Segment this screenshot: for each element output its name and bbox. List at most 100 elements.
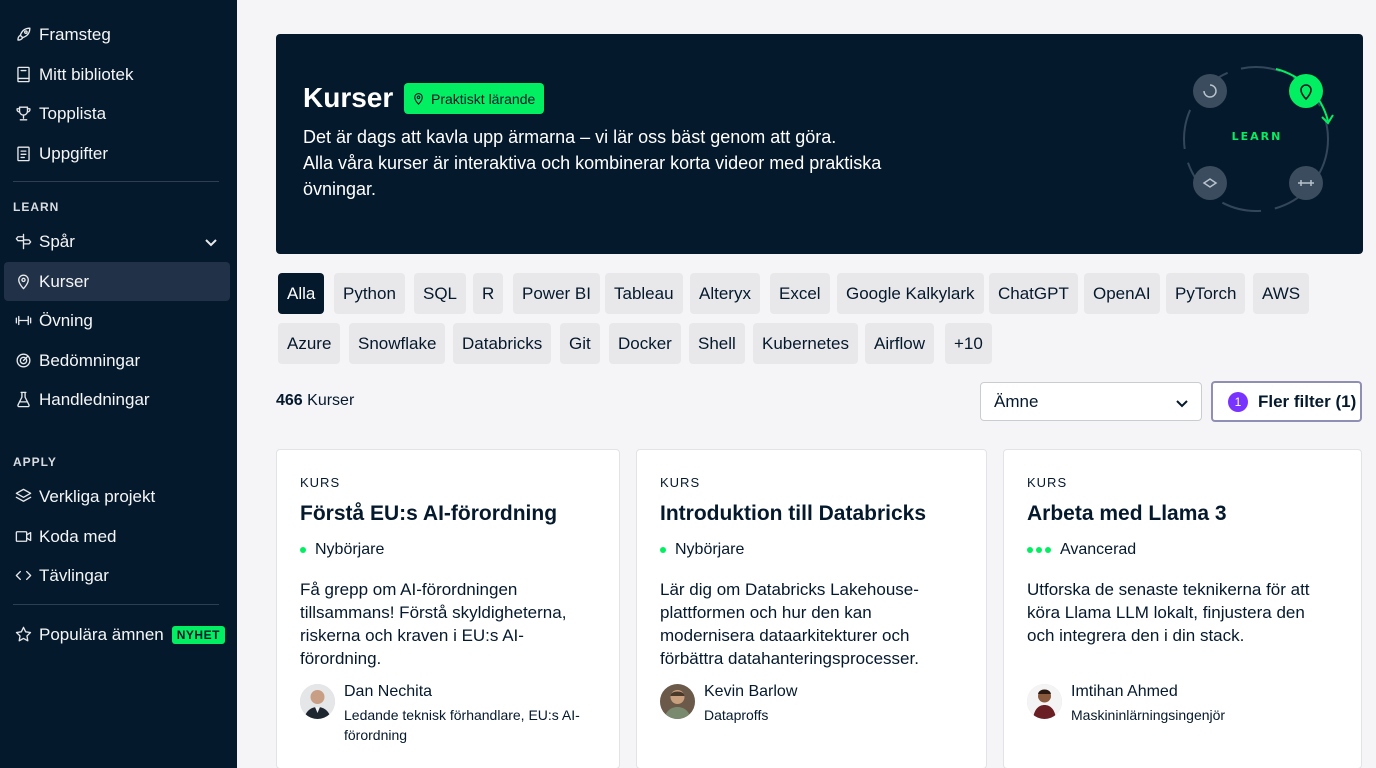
sidebar-item-bedomningar[interactable]: Bedömningar: [4, 341, 230, 380]
subject-select-value: Ämne: [994, 391, 1039, 411]
sidebar-item-handledningar[interactable]: Handledningar: [4, 380, 230, 419]
page-title: Kurser: [303, 82, 394, 113]
code-icon: [13, 566, 33, 586]
card-level-label: Nybörjare: [315, 541, 385, 558]
sidebar-item-label: Topplista: [39, 103, 107, 123]
chip-kubernetes[interactable]: Kubernetes: [753, 323, 858, 364]
chip-r[interactable]: R: [473, 273, 504, 314]
author-name: Kevin Barlow: [704, 683, 798, 700]
sidebar-item-label: Handledningar: [39, 389, 150, 409]
subject-select[interactable]: Ämne: [980, 382, 1202, 421]
chevron-down-icon[interactable]: [204, 234, 218, 248]
hero-line-1: Det är dags att kavla upp ärmarna – vi l…: [303, 127, 837, 147]
sidebar-divider: [13, 181, 219, 182]
learn-cycle-graphic: LEARN: [1183, 66, 1334, 212]
video-icon: [13, 527, 33, 547]
chevron-down-icon: [1176, 400, 1188, 408]
chip-more[interactable]: +10: [945, 323, 992, 364]
chip-snowflake[interactable]: Snowflake: [349, 323, 446, 364]
gauge-icon: [1193, 74, 1227, 108]
card-title[interactable]: Introduktion till Databricks: [660, 502, 926, 526]
author-role: Ledande teknisk förhandlare, EU:s AI-för…: [344, 707, 580, 743]
avatar: [1027, 684, 1062, 719]
author-name: Dan Nechita: [344, 683, 433, 700]
chip-git[interactable]: Git: [560, 323, 600, 364]
sidebar-item-label: Mitt bibliotek: [39, 64, 134, 84]
chip-aws[interactable]: AWS: [1253, 273, 1310, 314]
course-card[interactable]: KURS Arbeta med Llama 3 Avancerad Utfors…: [1003, 449, 1362, 768]
card-title[interactable]: Arbeta med Llama 3: [1027, 502, 1227, 526]
chip-openai[interactable]: OpenAI: [1084, 273, 1160, 314]
map-pin-icon: [1289, 74, 1323, 108]
sidebar-item-populara-amnen[interactable]: Populära ämnen NYHET: [4, 615, 230, 654]
sidebar-item-spar[interactable]: Spår: [4, 222, 230, 261]
card-description: Utforska de senaste teknikerna för att k…: [1027, 580, 1310, 645]
sidebar-item-kurser[interactable]: Kurser: [4, 262, 230, 301]
book-icon: [13, 65, 33, 85]
chip-shell[interactable]: Shell: [689, 323, 745, 364]
course-card[interactable]: KURS Introduktion till Databricks Nybörj…: [636, 449, 987, 768]
sidebar-item-label: Övning: [39, 310, 93, 330]
card-kind: KURS: [300, 475, 341, 490]
sidebar-item-framsteg[interactable]: Framsteg: [4, 15, 230, 54]
chip-chatgpt[interactable]: ChatGPT: [989, 273, 1078, 314]
more-filters-label: Fler filter (1): [1258, 391, 1357, 411]
learn-cycle-label: LEARN: [1232, 130, 1283, 143]
sidebar-item-label: Populära ämnen: [39, 624, 164, 644]
card-level: Nybörjare: [660, 541, 744, 559]
level-dots-icon: [660, 547, 669, 553]
course-count: 466 Kurser: [276, 392, 354, 410]
chip-airflow[interactable]: Airflow: [865, 323, 935, 364]
more-filters-button[interactable]: 1 Fler filter (1): [1211, 381, 1362, 422]
sidebar-item-label: Framsteg: [39, 24, 111, 44]
sidebar-item-uppgifter[interactable]: Uppgifter: [4, 134, 230, 173]
chip-databricks[interactable]: Databricks: [453, 323, 552, 364]
chip-azure[interactable]: Azure: [278, 323, 341, 364]
rocket-icon: [13, 25, 33, 45]
sidebar-item-label: Koda med: [39, 526, 117, 546]
card-description: Lär dig om Databricks Lakehouse-plattfor…: [660, 580, 919, 668]
chip-pytorch[interactable]: PyTorch: [1166, 273, 1246, 314]
level-dots-icon: [300, 547, 309, 553]
layers-icon: [1193, 166, 1227, 200]
sidebar-item-mitt-bibliotek[interactable]: Mitt bibliotek: [4, 55, 230, 94]
level-dots-icon: [1027, 547, 1054, 553]
chip-alteryx[interactable]: Alteryx: [690, 273, 760, 314]
card-kind: KURS: [1027, 475, 1068, 490]
chip-python[interactable]: Python: [334, 273, 405, 314]
layers-icon: [13, 487, 33, 507]
sidebar-item-ovning[interactable]: Övning: [4, 301, 230, 340]
chip-power-bi[interactable]: Power BI: [513, 273, 600, 314]
sidebar-item-label: Tävlingar: [39, 565, 109, 585]
sidebar-item-tavlingar[interactable]: Tävlingar: [4, 556, 230, 595]
practical-learning-label: Praktiskt lärande: [431, 90, 536, 107]
sidebar-item-topplista[interactable]: Topplista: [4, 94, 230, 133]
map-pin-icon: [13, 272, 33, 292]
author-role: Maskininlärningsingenjör: [1071, 707, 1226, 723]
course-count-label: Kurser: [302, 392, 355, 409]
chip-google-kalkylark[interactable]: Google Kalkylark: [837, 273, 984, 314]
sidebar-item-label: Verkliga projekt: [39, 486, 156, 506]
sidebar-item-koda-med[interactable]: Koda med: [4, 517, 230, 556]
sidebar-item-label: Uppgifter: [39, 143, 108, 163]
dumbbell-icon: [13, 311, 33, 331]
card-kind: KURS: [660, 475, 701, 490]
chip-excel[interactable]: Excel: [770, 273, 830, 314]
trophy-icon: [13, 104, 33, 124]
chip-alla[interactable]: Alla: [278, 273, 325, 314]
card-description: Få grepp om AI-förordningen tillsammans!…: [300, 580, 567, 668]
practical-learning-badge: Praktiskt lärande: [404, 83, 545, 114]
sidebar-item-verkliga-projekt[interactable]: Verkliga projekt: [4, 477, 230, 516]
section-label-apply: APPLY: [13, 455, 57, 469]
chip-sql[interactable]: SQL: [414, 273, 467, 314]
filter-count-badge: 1: [1228, 391, 1248, 412]
chip-docker[interactable]: Docker: [609, 323, 681, 364]
avatar: [300, 684, 335, 719]
sidebar-item-label: Bedömningar: [39, 350, 141, 370]
gauge-icon: [13, 351, 33, 371]
clipboard-icon: [13, 144, 33, 164]
chip-tableau[interactable]: Tableau: [605, 273, 683, 314]
card-level: Avancerad: [1027, 541, 1136, 559]
course-card[interactable]: KURS Förstå EU:s AI-förordning Nybörjare…: [276, 449, 620, 768]
card-title[interactable]: Förstå EU:s AI-förordning: [300, 502, 557, 526]
